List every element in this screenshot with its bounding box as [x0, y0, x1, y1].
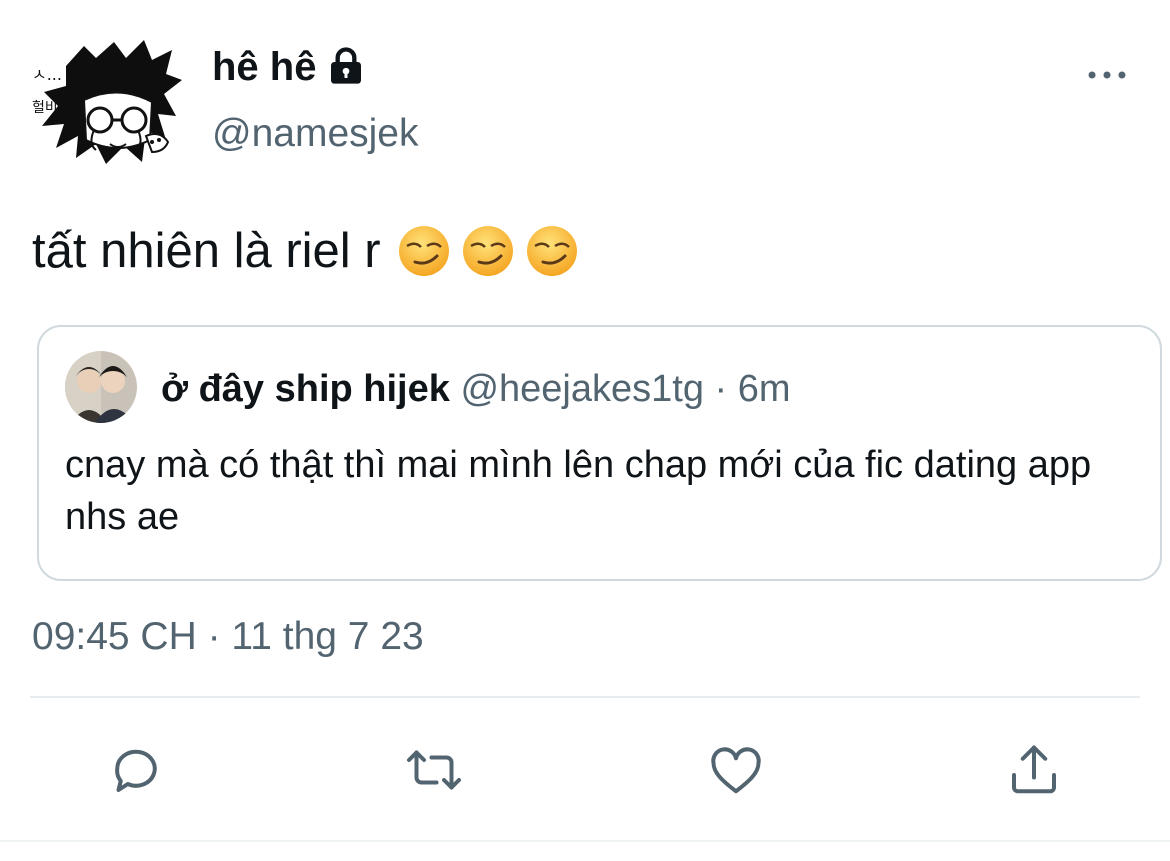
author-avatar[interactable]: ㅅ... 헐비..: [26, 36, 184, 166]
reply-icon: [115, 749, 157, 792]
retweet-icon: [407, 750, 461, 790]
quoted-handle[interactable]: @heejakes1tg: [460, 368, 704, 410]
retweet-button[interactable]: [402, 738, 466, 802]
svg-text:ㅅ...: ㅅ...: [32, 65, 62, 84]
author-handle[interactable]: @namesjek: [212, 112, 419, 156]
tweet-detail: ㅅ... 헐비.. hê hê @namesjek tất nhiên là r…: [0, 0, 1170, 861]
quoted-tweet-header: ở đây ship hijek @heejakes1tg · 6m: [161, 367, 791, 411]
smirking-face-icon: [462, 226, 513, 276]
sketch-avatar-icon: ㅅ... 헐비..: [32, 40, 182, 164]
tweet-text: tất nhiên là riel r: [32, 222, 579, 280]
display-name-text: hê hê: [212, 45, 317, 89]
share-button[interactable]: [1002, 738, 1066, 802]
author-display-name[interactable]: hê hê: [212, 44, 366, 90]
quoted-tweet-text: cnay mà có thật thì mai mình lên chap mớ…: [65, 444, 1092, 538]
reply-button[interactable]: [104, 738, 168, 802]
quoted-tweet-card[interactable]: ở đây ship hijek @heejakes1tg · 6m cnay …: [37, 325, 1162, 581]
more-options-button[interactable]: [1082, 60, 1132, 90]
quoted-author-avatar[interactable]: [65, 351, 137, 423]
photo-avatar-icon: [65, 351, 137, 423]
more-horizontal-icon: [1088, 71, 1126, 79]
heart-icon: [711, 747, 761, 794]
bottom-divider: [0, 840, 1170, 842]
quoted-display-name[interactable]: ở đây ship hijek: [161, 368, 450, 410]
like-button[interactable]: [704, 738, 768, 802]
smirking-face-icon: [398, 226, 449, 276]
smirking-face-icon: [526, 226, 577, 276]
quoted-time-ago: 6m: [737, 368, 791, 410]
tweet-timestamp[interactable]: 09:45 CH · 11 thg 7 23: [32, 614, 424, 660]
share-icon: [1012, 745, 1056, 794]
tweet-text-content: tất nhiên là riel r: [32, 224, 381, 278]
divider: [30, 696, 1140, 698]
lock-icon: [326, 47, 366, 87]
emoji-row: [397, 224, 579, 278]
meta-separator: ·: [714, 368, 728, 410]
